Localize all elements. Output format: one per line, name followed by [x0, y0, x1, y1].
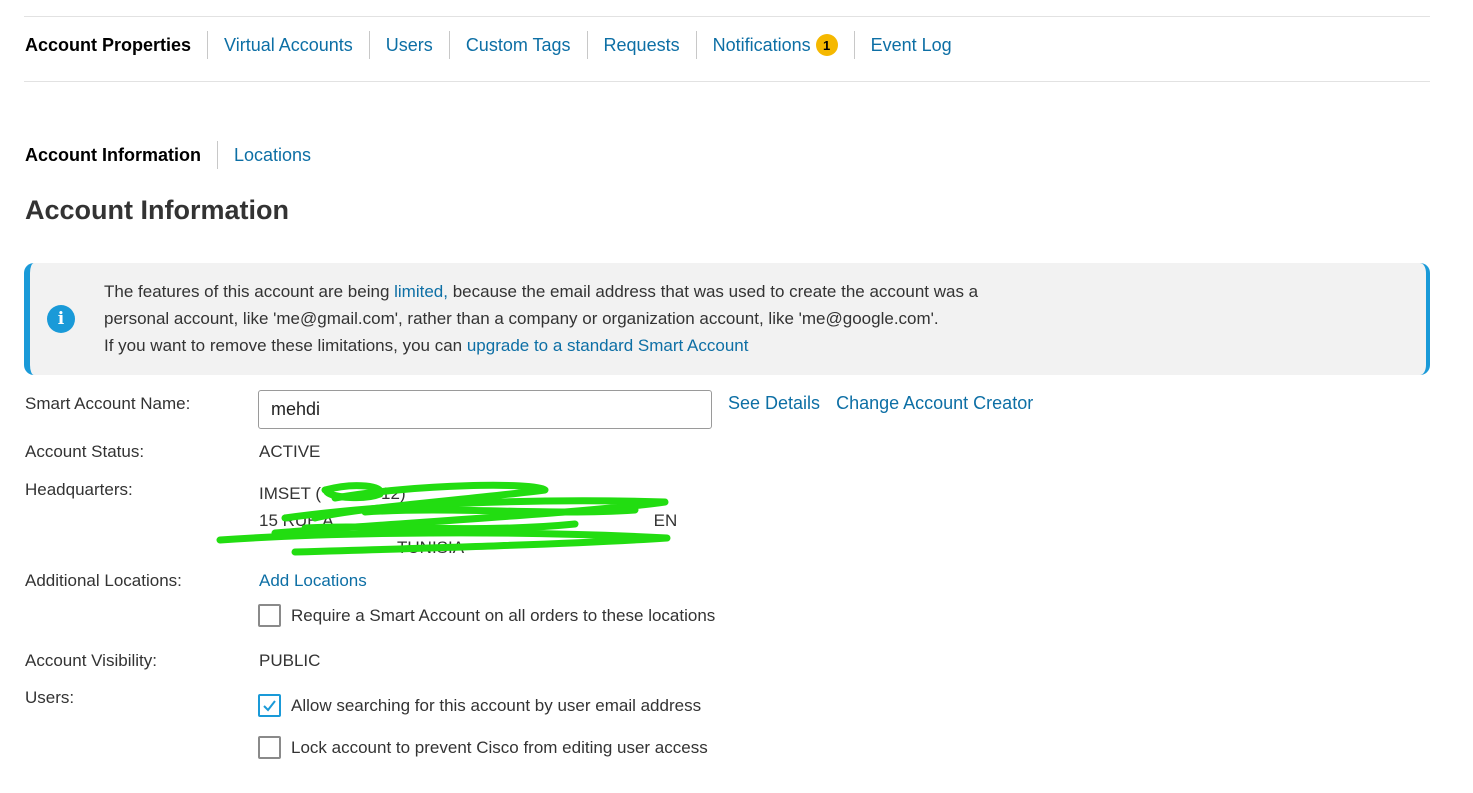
- account-tabs: Account Properties Virtual Accounts User…: [25, 30, 968, 60]
- redaction-scribble: [216, 481, 671, 556]
- require-smart-account-label: Require a Smart Account on all orders to…: [291, 605, 716, 625]
- account-name-actions: See Details Change Account Creator: [728, 393, 1044, 414]
- tab-requests[interactable]: Requests: [586, 31, 696, 59]
- tab-virtual-accounts[interactable]: Virtual Accounts: [207, 31, 369, 59]
- add-locations-link[interactable]: Add Locations: [259, 571, 367, 591]
- tabs-divider: [24, 81, 1430, 82]
- subtab-locations[interactable]: Locations: [217, 141, 327, 169]
- info-icon: i: [47, 305, 75, 333]
- smart-account-name-input[interactable]: [258, 390, 712, 429]
- require-smart-account-row: Require a Smart Account on all orders to…: [258, 604, 715, 627]
- alert-line-1-start: The features of this account are being: [104, 282, 395, 301]
- account-visibility-value: PUBLIC: [259, 651, 321, 670]
- users-label: Users:: [25, 688, 75, 707]
- lock-account-row: Lock account to prevent Cisco from editi…: [258, 736, 708, 759]
- lock-account-label: Lock account to prevent Cisco from editi…: [291, 737, 708, 757]
- alert-message: The features of this account are being l…: [104, 278, 978, 359]
- page-title: Account Information: [25, 195, 289, 225]
- upgrade-account-link[interactable]: upgrade to a standard Smart Account: [467, 336, 749, 355]
- alert-line-3: If you want to remove these limitations,…: [104, 332, 978, 359]
- allow-search-label: Allow searching for this account by user…: [291, 695, 702, 715]
- check-icon: [263, 700, 276, 712]
- allow-search-checkbox[interactable]: [258, 694, 281, 717]
- alert-line-3-start: If you want to remove these limitations,…: [104, 336, 467, 355]
- additional-locations-label: Additional Locations:: [25, 571, 182, 590]
- require-smart-account-checkbox[interactable]: [258, 604, 281, 627]
- lock-account-checkbox[interactable]: [258, 736, 281, 759]
- account-visibility-label: Account Visibility:: [25, 651, 157, 670]
- account-status-value: ACTIVE: [259, 442, 321, 461]
- tab-notifications-label: Notifications: [712, 34, 811, 55]
- headquarters-label: Headquarters:: [25, 480, 133, 499]
- alert-line-2: personal account, like 'me@gmail.com', r…: [104, 309, 939, 328]
- alert-line-1: The features of this account are being l…: [104, 278, 978, 305]
- notification-count-badge: 1: [815, 34, 838, 56]
- see-details-link[interactable]: See Details: [728, 393, 820, 413]
- limited-link[interactable]: limited,: [394, 282, 448, 301]
- change-account-creator-link[interactable]: Change Account Creator: [836, 393, 1033, 413]
- account-sub-tabs: Account Information Locations: [25, 140, 327, 170]
- account-status-label: Account Status:: [25, 442, 145, 461]
- tab-users[interactable]: Users: [368, 31, 449, 59]
- top-divider: [24, 16, 1430, 17]
- alert-line-1-end: because the email address that was used …: [447, 282, 979, 301]
- tab-notifications[interactable]: Notifications 1: [695, 31, 854, 59]
- limited-account-alert: i The features of this account are being…: [24, 263, 1430, 375]
- smart-account-name-label: Smart Account Name:: [25, 394, 191, 413]
- tab-custom-tags[interactable]: Custom Tags: [448, 31, 587, 59]
- allow-search-row: Allow searching for this account by user…: [258, 694, 701, 717]
- tab-event-log[interactable]: Event Log: [853, 31, 968, 59]
- tab-account-properties[interactable]: Account Properties: [25, 31, 207, 59]
- subtab-account-information[interactable]: Account Information: [25, 141, 217, 169]
